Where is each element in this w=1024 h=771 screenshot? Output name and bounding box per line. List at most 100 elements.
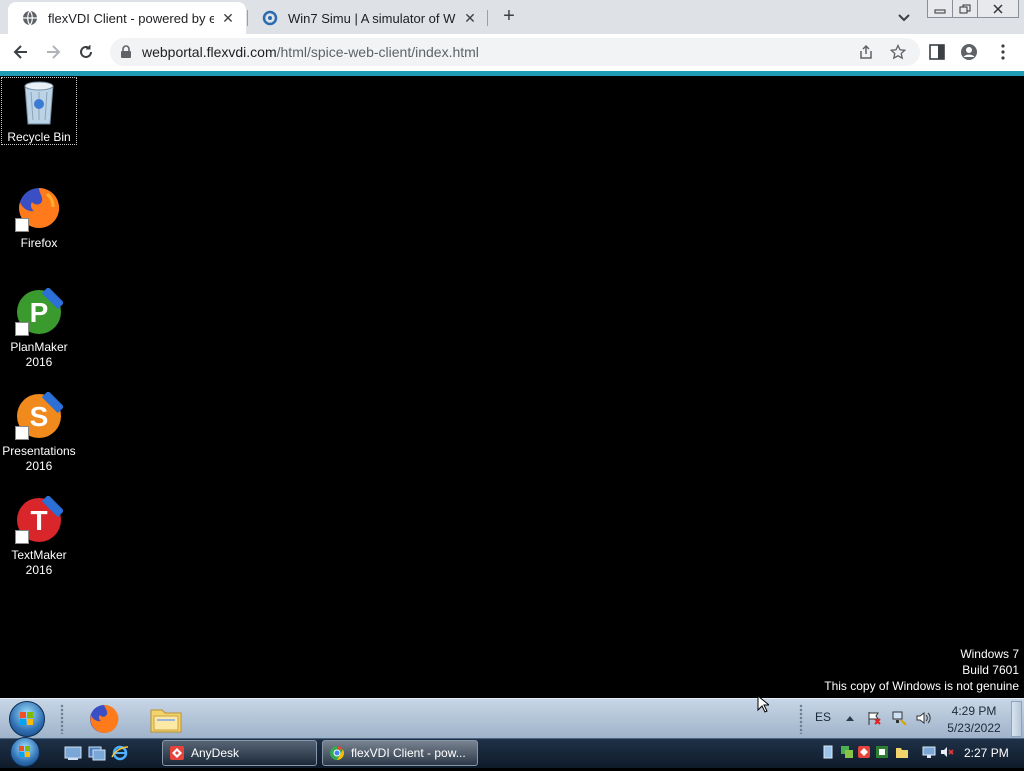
desktop-icon-label-line2: 2016 <box>25 459 53 473</box>
desktop-icon-label: Recycle Bin <box>7 130 71 144</box>
tray-monitor-icon[interactable] <box>922 745 936 759</box>
tray-volume-muted-icon[interactable] <box>940 745 954 759</box>
tab-separator <box>487 10 488 26</box>
taskbar-button-label: flexVDI Client - pow... <box>351 746 466 760</box>
url-path: /html/spice-web-client/index.html <box>276 44 479 60</box>
svg-text:P: P <box>30 297 49 328</box>
tray-folder-icon[interactable] <box>895 745 909 759</box>
desktop-icon-presentations[interactable]: S Presentations 2016 <box>1 390 77 474</box>
planmaker-icon: P <box>15 286 65 336</box>
shortcut-arrow-icon <box>15 426 29 440</box>
desktop-icon-recycle-bin[interactable]: Recycle Bin <box>1 77 77 145</box>
close-window-button[interactable] <box>977 0 1019 18</box>
volume-icon[interactable] <box>915 710 931 726</box>
remote-desktop[interactable]: Recycle Bin Firefox P PlanMaker 2016 S P… <box>0 76 1024 698</box>
restore-icon <box>959 4 971 13</box>
share-icon[interactable] <box>858 44 874 60</box>
more-menu-icon[interactable] <box>994 43 1012 61</box>
firefox-icon <box>15 184 63 232</box>
taskbar-grip[interactable] <box>60 704 64 734</box>
desktop-icon-textmaker[interactable]: T TextMaker 2016 <box>1 494 77 578</box>
svg-text:S: S <box>30 401 49 432</box>
chrome-icon <box>330 746 344 760</box>
shortcut-arrow-icon <box>15 530 29 544</box>
minimize-icon <box>934 9 946 13</box>
windows-logo-icon <box>20 712 33 725</box>
folder-icon <box>150 709 182 733</box>
tab-close-icon[interactable]: ✕ <box>220 10 236 26</box>
language-indicator[interactable]: ES <box>812 710 834 724</box>
local-taskbar-flexvdi-client[interactable]: flexVDI Client - pow... <box>322 740 478 766</box>
close-icon <box>993 3 1003 14</box>
tray-network-share-icon[interactable] <box>840 745 854 759</box>
desktop-icon-label-line2: 2016 <box>25 355 53 369</box>
remote-taskbar-firefox[interactable] <box>87 702 121 736</box>
remote-clock-date[interactable]: 5/23/2022 <box>942 721 1006 735</box>
network-icon[interactable] <box>891 710 907 726</box>
desktop-icon-label-line1: Presentations <box>2 444 76 458</box>
shortcut-arrow-icon <box>15 218 29 232</box>
chevron-down-icon[interactable] <box>896 9 912 25</box>
minimize-button[interactable] <box>927 0 953 18</box>
tray-app-icon[interactable] <box>875 745 889 759</box>
url-host: webportal.flexvdi.com <box>142 44 277 60</box>
anydesk-icon <box>170 746 184 760</box>
remote-start-button[interactable] <box>9 701 45 737</box>
shortcut-arrow-icon <box>15 322 29 336</box>
mouse-cursor-icon <box>757 695 769 713</box>
tab-win7-simu[interactable]: Win7 Simu | A simulator of Windows 7 ✕ <box>248 2 488 34</box>
forward-arrow-icon <box>47 45 61 59</box>
url-text[interactable]: webportal.flexvdi.com/html/spice-web-cli… <box>142 44 479 60</box>
windows-logo-icon <box>19 746 30 757</box>
reload-button[interactable] <box>75 41 97 63</box>
bookmark-star-icon[interactable] <box>890 44 906 60</box>
watermark-line2: Build 7601 <box>962 663 1019 677</box>
reload-icon <box>80 45 92 58</box>
remote-clock-time[interactable]: 4:29 PM <box>942 704 1006 718</box>
side-panel-icon[interactable] <box>928 43 946 61</box>
window-switcher-icon[interactable] <box>88 745 106 761</box>
address-bar[interactable]: webportal.flexvdi.com/html/spice-web-cli… <box>110 38 920 66</box>
recycle-bin-icon <box>19 80 59 126</box>
tab-title: flexVDI Client - powered by eyeOS <box>48 10 214 26</box>
forward-button[interactable] <box>42 41 64 63</box>
desktop-icon-planmaker[interactable]: P PlanMaker 2016 <box>1 286 77 370</box>
tab-strip: flexVDI Client - powered by eyeOS ✕ Win7… <box>0 0 1024 34</box>
tab-flexvdi-client[interactable]: flexVDI Client - powered by eyeOS ✕ <box>8 2 246 34</box>
watermark-line1: Windows 7 <box>960 647 1019 661</box>
show-hidden-icons-icon[interactable] <box>845 714 855 722</box>
taskbar-button-label: AnyDesk <box>191 746 240 760</box>
svg-text:T: T <box>30 505 47 536</box>
tab-title: Win7 Simu | A simulator of Windows 7 <box>288 10 456 26</box>
globe-icon <box>23 10 37 26</box>
back-arrow-icon <box>13 45 27 59</box>
desktop-icon-firefox[interactable]: Firefox <box>1 184 77 251</box>
remote-taskbar-explorer[interactable] <box>149 702 183 736</box>
restore-button[interactable] <box>952 0 978 18</box>
desktop-icon-label: Firefox <box>20 236 58 250</box>
new-tab-button[interactable]: + <box>498 6 520 28</box>
local-clock[interactable]: 2:27 PM <box>964 746 1009 760</box>
internet-explorer-icon[interactable] <box>111 745 129 761</box>
watermark-line3: This copy of Windows is not genuine <box>824 679 1019 693</box>
browser-toolbar: webportal.flexvdi.com/html/spice-web-cli… <box>0 34 1024 71</box>
remote-taskbar: ES 4:29 PM 5/23/2022 <box>0 698 1024 738</box>
desktop-icon-label-line1: PlanMaker <box>10 340 68 354</box>
local-start-button[interactable] <box>10 737 40 767</box>
profile-avatar-icon[interactable] <box>960 43 978 61</box>
local-taskbar-anydesk[interactable]: AnyDesk <box>162 740 317 766</box>
tab-close-icon[interactable]: ✕ <box>462 10 478 26</box>
tray-anydesk-icon[interactable] <box>857 745 871 759</box>
back-button[interactable] <box>10 41 32 63</box>
show-desktop-quick-icon[interactable] <box>64 745 82 761</box>
desktop-icon-label-line1: TextMaker <box>11 548 67 562</box>
taskbar-grip[interactable] <box>799 704 803 734</box>
desktop-icon-label-line2: 2016 <box>25 563 53 577</box>
tray-device-icon[interactable] <box>821 745 835 759</box>
lock-icon[interactable] <box>120 45 132 59</box>
firefox-icon <box>90 704 119 733</box>
win7simu-favicon-icon <box>262 10 278 26</box>
show-desktop-button[interactable] <box>1011 701 1022 737</box>
windows-genuine-watermark: Windows 7 Build 7601 This copy of Window… <box>824 646 1019 694</box>
action-center-flag-icon[interactable] <box>866 710 882 726</box>
